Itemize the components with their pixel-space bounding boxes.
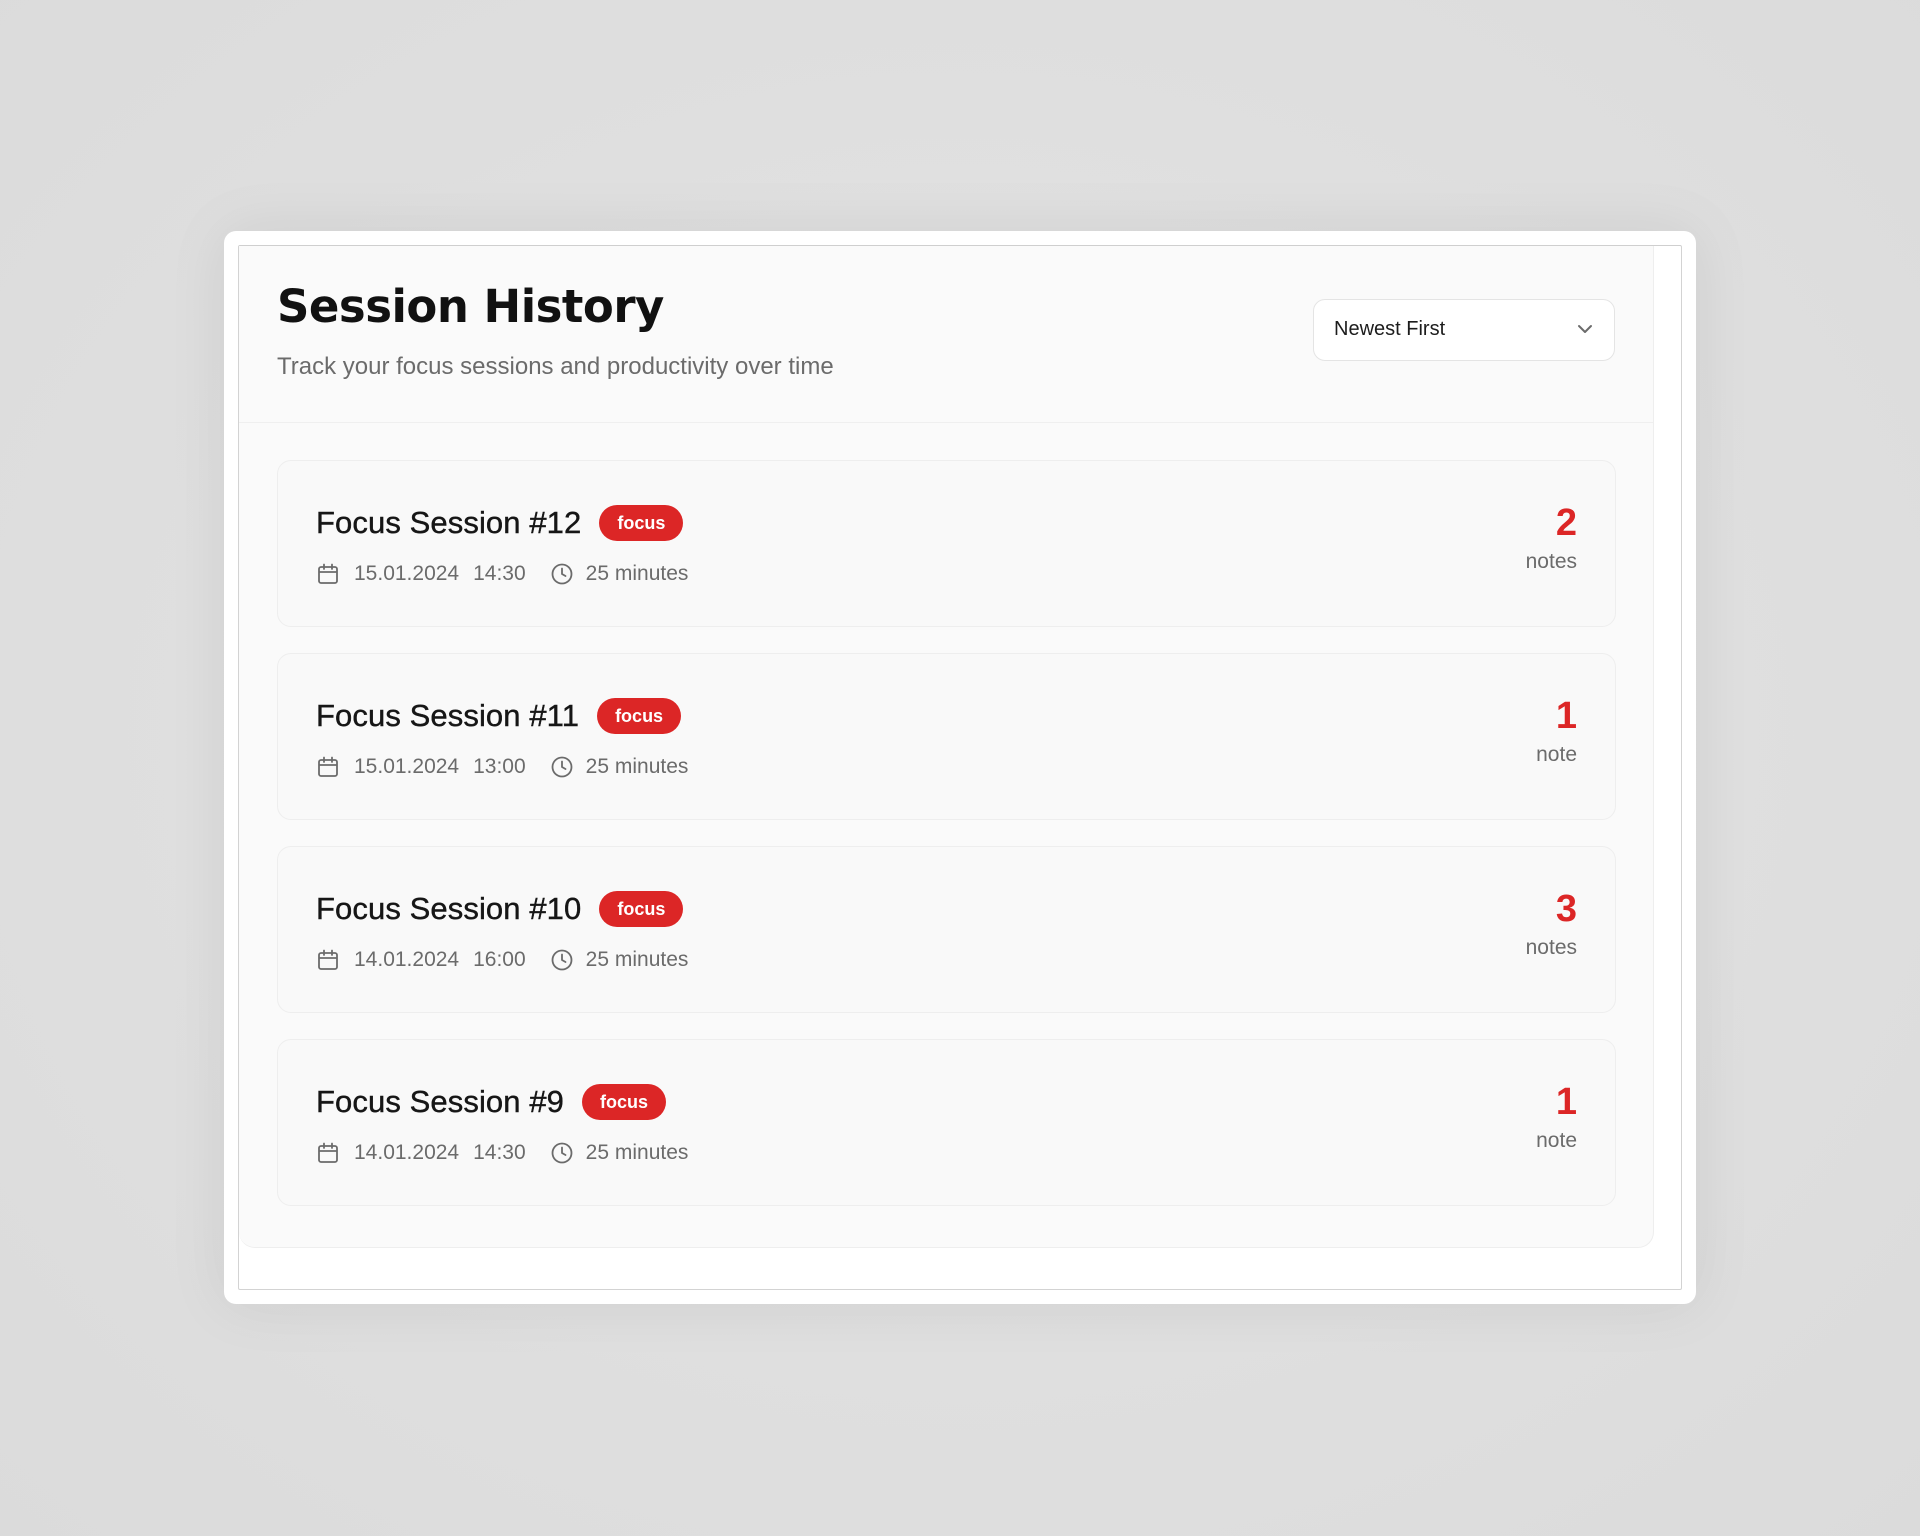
session-title: Focus Session #10 — [316, 891, 582, 926]
session-duration: 25 minutes — [585, 1141, 689, 1164]
session-title: Focus Session #9 — [316, 1084, 565, 1119]
session-time: 14:30 — [473, 562, 526, 585]
session-time: 14:30 — [473, 1141, 526, 1164]
page-subtitle: Track your focus sessions and productivi… — [277, 353, 834, 380]
notes-label: note — [1536, 1128, 1577, 1152]
sort-dropdown[interactable]: Newest First — [1313, 299, 1615, 361]
session-duration: 25 minutes — [585, 755, 689, 778]
notes-count: 2 — [1555, 502, 1577, 544]
calendar-icon — [318, 756, 338, 777]
session-list: Focus Session #12 focus 15.01.2024 14:30 — [277, 460, 1616, 1232]
session-time: 13:00 — [473, 755, 526, 778]
notes-summary: 2 notes — [1525, 502, 1577, 574]
page-title: Session History — [277, 280, 664, 333]
notes-count: 3 — [1555, 888, 1577, 930]
session-meta: 14.01.2024 16:00 25 minutes — [316, 945, 688, 975]
session-tag-badge: focus — [582, 1084, 667, 1120]
session-meta: 14.01.2024 14:30 25 minutes — [316, 1138, 688, 1168]
session-title: Focus Session #11 — [316, 698, 580, 733]
session-date: 14.01.2024 — [354, 948, 460, 971]
app-viewport: Session History Track your focus session… — [238, 245, 1682, 1290]
session-time: 16:00 — [473, 948, 526, 971]
session-card[interactable]: Focus Session #9 focus 14.01.2024 14:30 — [277, 1039, 1616, 1206]
chevron-down-icon — [1578, 325, 1592, 333]
session-title: Focus Session #12 — [316, 505, 582, 540]
notes-summary: 3 notes — [1525, 888, 1577, 960]
session-duration: 25 minutes — [585, 948, 689, 971]
clock-icon — [551, 563, 573, 585]
notes-label: note — [1536, 742, 1577, 766]
session-tag-badge: focus — [599, 505, 684, 541]
calendar-icon — [318, 949, 338, 970]
notes-count: 1 — [1555, 1081, 1577, 1123]
app-window: Session History Track your focus session… — [224, 231, 1696, 1304]
session-card[interactable]: Focus Session #10 focus 14.01.2024 16:00 — [277, 846, 1616, 1013]
clock-icon — [551, 949, 573, 971]
session-card[interactable]: Focus Session #11 focus 15.01.2024 13:00 — [277, 653, 1616, 820]
notes-summary: 1 note — [1536, 695, 1577, 767]
clock-icon — [551, 756, 573, 778]
session-card[interactable]: Focus Session #12 focus 15.01.2024 14:30 — [277, 460, 1616, 627]
session-meta: 15.01.2024 13:00 25 minutes — [316, 752, 688, 782]
session-title-row: Focus Session #11 focus — [316, 696, 682, 736]
notes-count: 1 — [1555, 695, 1577, 737]
calendar-icon — [318, 563, 338, 584]
panel-header: Session History Track your focus session… — [239, 246, 1653, 423]
session-duration: 25 minutes — [585, 562, 689, 585]
clock-icon — [551, 1142, 573, 1164]
session-title-row: Focus Session #12 focus — [316, 503, 684, 543]
calendar-icon — [318, 1142, 338, 1163]
notes-summary: 1 note — [1536, 1081, 1577, 1153]
notes-label: notes — [1525, 935, 1577, 959]
notes-label: notes — [1525, 549, 1577, 573]
session-tag-badge: focus — [599, 891, 684, 927]
sort-dropdown-value: Newest First — [1334, 318, 1446, 340]
session-tag-badge: focus — [597, 698, 682, 734]
session-title-row: Focus Session #9 focus — [316, 1082, 667, 1122]
session-date: 15.01.2024 — [354, 562, 460, 585]
session-title-row: Focus Session #10 focus — [316, 889, 684, 929]
session-history-panel: Session History Track your focus session… — [239, 246, 1654, 1248]
session-date: 14.01.2024 — [354, 1141, 460, 1164]
session-date: 15.01.2024 — [354, 755, 460, 778]
session-meta: 15.01.2024 14:30 25 minutes — [316, 559, 688, 589]
